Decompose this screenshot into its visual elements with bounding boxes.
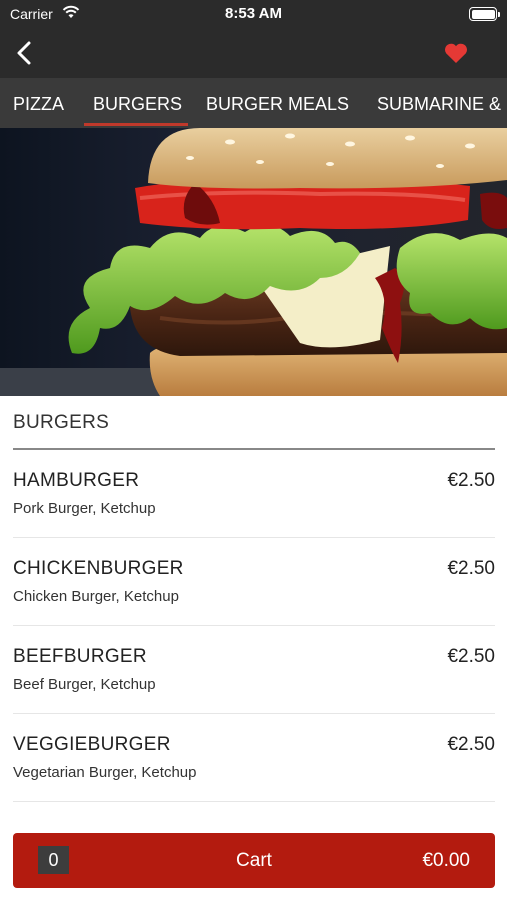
item-price: €2.50 xyxy=(447,646,495,667)
navigation-bar xyxy=(0,28,507,78)
item-price: €2.50 xyxy=(447,734,495,755)
item-name: BEEFBURGER xyxy=(13,646,147,667)
item-name: VEGGIEBURGER xyxy=(13,734,171,755)
menu-item-beefburger[interactable]: BEEFBURGER Beef Burger, Ketchup €2.50 xyxy=(13,626,495,714)
chevron-left-icon xyxy=(17,41,31,65)
item-price: €2.50 xyxy=(447,470,495,491)
section-title: BURGERS xyxy=(13,412,110,433)
menu-item-hamburger[interactable]: HAMBURGER Pork Burger, Ketchup €2.50 xyxy=(13,450,495,538)
item-description: Chicken Burger, Ketchup xyxy=(13,588,179,605)
item-description: Pork Burger, Ketchup xyxy=(13,500,156,517)
item-name: HAMBURGER xyxy=(13,470,140,491)
tab-submarine[interactable]: SUBMARINE & xyxy=(377,78,501,128)
status-time: 8:53 AM xyxy=(225,5,282,22)
tab-pizza[interactable]: PIZZA xyxy=(13,78,64,128)
battery-icon xyxy=(469,7,500,21)
cart-button[interactable]: 0 Cart €0.00 xyxy=(13,833,495,888)
item-description: Beef Burger, Ketchup xyxy=(13,676,156,693)
item-description: Vegetarian Burger, Ketchup xyxy=(13,764,197,781)
item-price: €2.50 xyxy=(447,558,495,579)
active-tab-indicator xyxy=(84,123,188,126)
menu-item-veggieburger[interactable]: VEGGIEBURGER Vegetarian Burger, Ketchup … xyxy=(13,714,495,802)
tab-burger-meals[interactable]: BURGER MEALS xyxy=(206,78,349,128)
tab-burgers[interactable]: BURGERS xyxy=(93,78,182,128)
burger-image xyxy=(0,128,507,396)
category-tabs: PIZZA BURGERS BURGER MEALS SUBMARINE & xyxy=(0,78,507,128)
menu-item-chickenburger[interactable]: CHICKENBURGER Chicken Burger, Ketchup €2… xyxy=(13,538,495,626)
heart-icon xyxy=(445,43,467,63)
cart-total: €0.00 xyxy=(422,850,470,871)
favorite-button[interactable] xyxy=(443,40,469,66)
status-bar: Carrier 8:53 AM xyxy=(0,0,507,28)
item-name: CHICKENBURGER xyxy=(13,558,184,579)
category-hero-image xyxy=(0,128,507,396)
back-button[interactable] xyxy=(10,38,40,68)
